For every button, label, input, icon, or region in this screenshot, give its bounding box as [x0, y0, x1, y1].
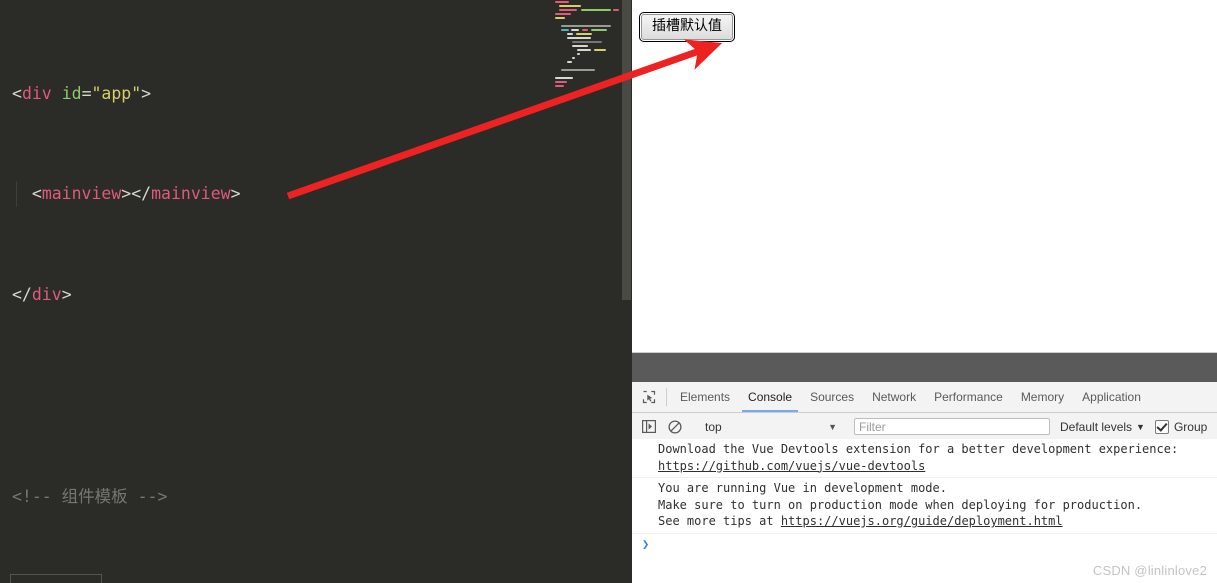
clear-console-icon[interactable]	[662, 419, 688, 434]
slot-default-button[interactable]: 插槽默认值	[639, 11, 735, 43]
tab-elements[interactable]: Elements	[671, 382, 739, 412]
console-message-link[interactable]: https://vuejs.org/guide/deployment.html	[781, 514, 1063, 528]
chevron-down-icon: ▼	[828, 421, 837, 432]
tab-application[interactable]: Application	[1073, 382, 1150, 412]
group-similar-label: Group	[1173, 419, 1208, 434]
group-similar-toggle[interactable]: Group	[1154, 419, 1208, 434]
rendered-page: 插槽默认值	[632, 0, 1217, 352]
tab-memory[interactable]: Memory	[1012, 382, 1073, 412]
console-message-link[interactable]: https://github.com/vuejs/vue-devtools	[658, 459, 925, 473]
toolbar-divider	[666, 388, 667, 406]
code-text-area[interactable]: <div id="app"> <mainview></mainview> </d…	[0, 0, 545, 583]
console-filter-input[interactable]: Filter	[854, 418, 1050, 435]
console-prompt[interactable]: ❯	[632, 534, 1217, 551]
code-editor-pane[interactable]: <div id="app"> <mainview></mainview> </d…	[0, 0, 632, 583]
execution-context-select[interactable]: top ▼	[697, 420, 845, 434]
devtools-drag-handle[interactable]	[632, 353, 1217, 382]
log-levels-dropdown[interactable]: Default levels ▼	[1060, 420, 1145, 434]
tab-network[interactable]: Network	[863, 382, 925, 412]
code-line: <mainview></mainview>	[0, 181, 545, 207]
console-sidebar-glyph	[642, 420, 656, 433]
editor-scrollbar[interactable]	[620, 0, 632, 583]
chevron-down-icon: ▼	[1136, 421, 1145, 432]
console-message-text: Download the Vue Devtools extension for …	[658, 442, 1179, 456]
console-filter-placeholder: Filter	[859, 419, 886, 434]
devtools-tabbar: Elements Console Sources Network Perform…	[632, 382, 1217, 413]
browser-pane: 插槽默认值 Elements Console Sources Network P…	[632, 0, 1217, 583]
code-line-comment: <!-- 组件模板 -->	[0, 484, 545, 509]
screenshot-root: <div id="app"> <mainview></mainview> </d…	[0, 0, 1217, 583]
console-sidebar-icon[interactable]	[636, 420, 662, 433]
group-similar-checkbox[interactable]	[1154, 419, 1169, 434]
selection-outline	[10, 574, 102, 583]
code-line: </div>	[12, 285, 72, 305]
prompt-arrow-icon: ❯	[642, 536, 650, 551]
console-message: Download the Vue Devtools extension for …	[632, 439, 1217, 478]
console-message: You are running Vue in development mode.…	[632, 478, 1217, 534]
tab-sources[interactable]: Sources	[801, 382, 863, 412]
inspect-element-glyph	[642, 390, 656, 404]
console-message-text: See more tips at	[658, 514, 781, 528]
console-output[interactable]: Download the Vue Devtools extension for …	[632, 439, 1217, 583]
devtools-panel: Elements Console Sources Network Perform…	[632, 352, 1217, 583]
comment-component-template: <!-- 组件模板 -->	[12, 486, 168, 506]
editor-minimap[interactable]	[545, 0, 620, 583]
execution-context-value: top	[705, 419, 722, 434]
console-toolbar: top ▼ Filter Default levels ▼ Group	[632, 413, 1217, 441]
log-levels-label: Default levels	[1060, 419, 1133, 434]
console-message-text: Make sure to turn on production mode whe…	[658, 497, 1143, 512]
inspect-element-icon[interactable]	[636, 382, 662, 412]
console-message-text: You are running Vue in development mode.	[658, 481, 947, 495]
watermark: CSDN @linlinlove2	[1092, 563, 1207, 578]
tab-performance[interactable]: Performance	[925, 382, 1012, 412]
clear-console-glyph	[668, 419, 682, 434]
tab-console[interactable]: Console	[739, 382, 801, 412]
editor-scrollbar-thumb[interactable]	[622, 0, 631, 300]
code-line: <div id="app">	[12, 83, 152, 103]
